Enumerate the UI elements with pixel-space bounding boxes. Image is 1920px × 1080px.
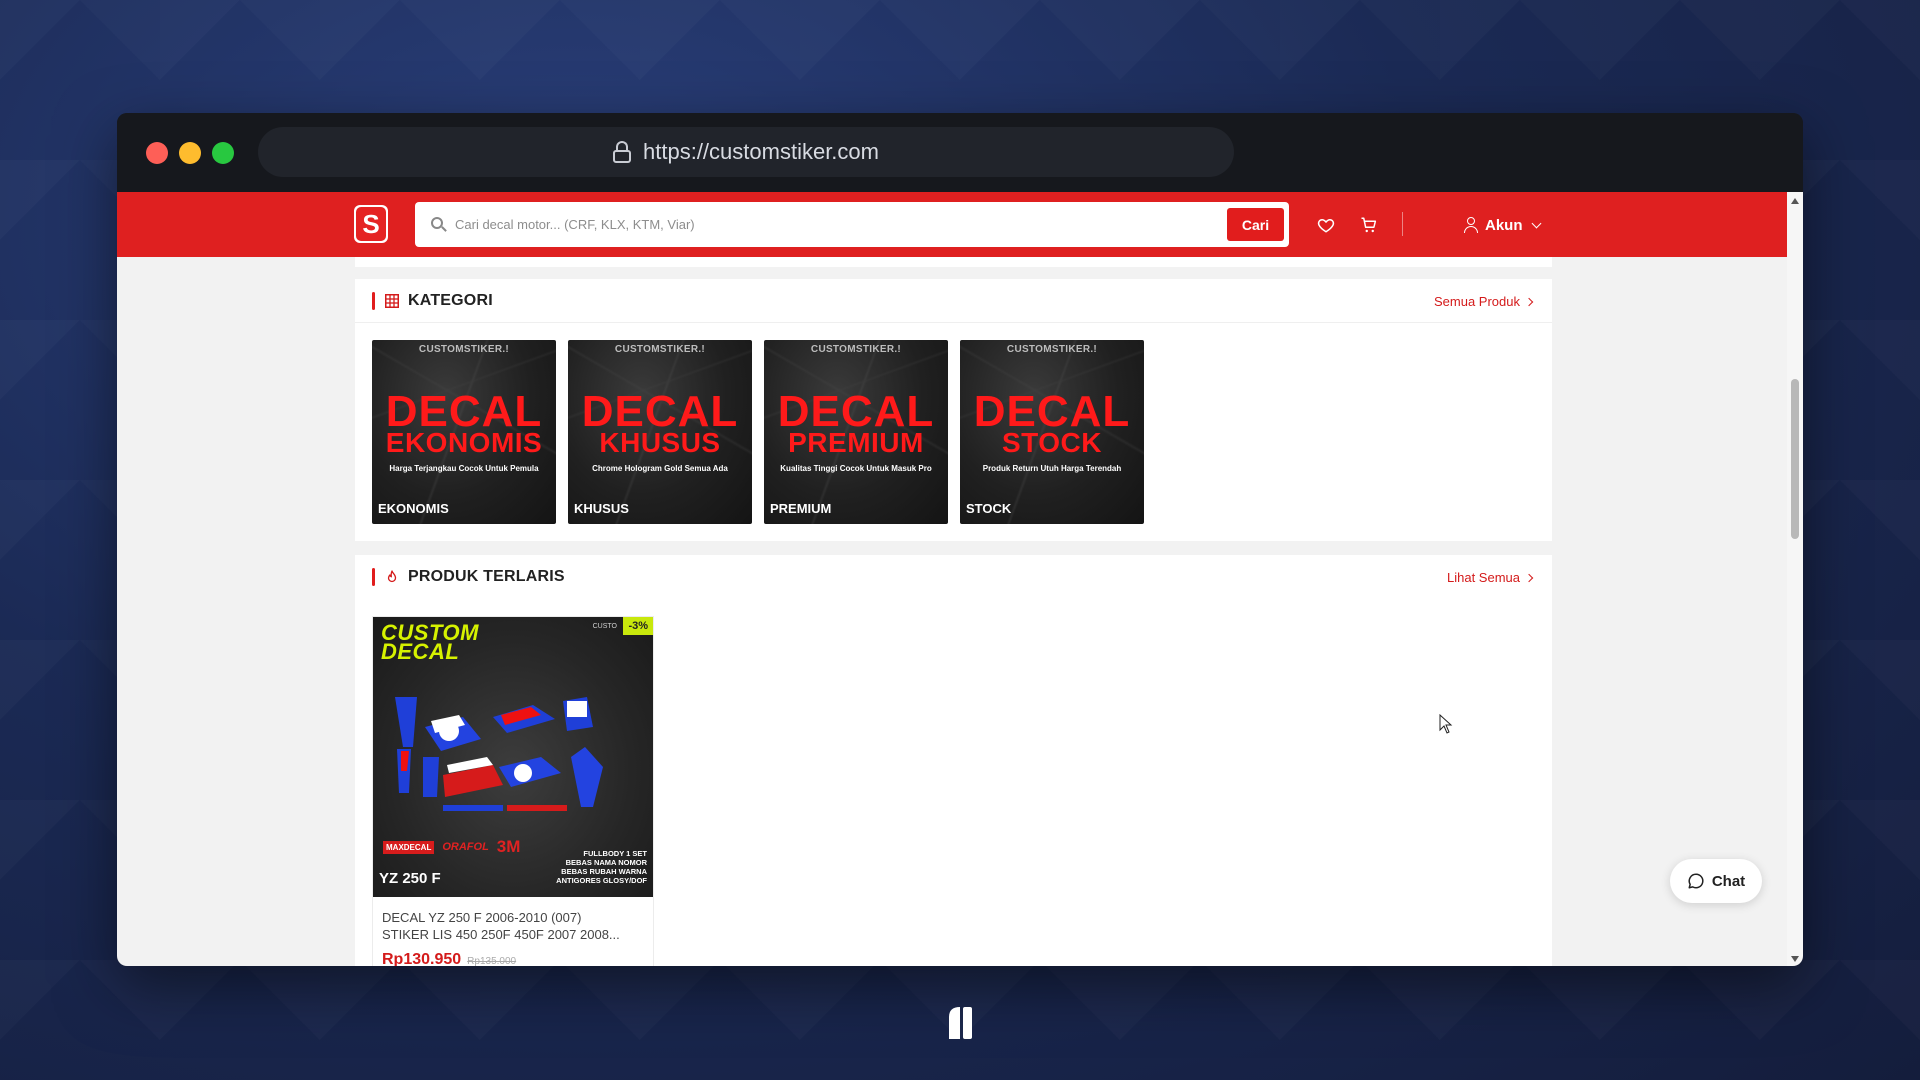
browser-titlebar: https://customstiker.com <box>117 113 1803 192</box>
feature-line: BEBAS NAMA NOMOR <box>565 858 647 867</box>
semua-produk-label: Semua Produk <box>1434 294 1520 309</box>
grid-icon <box>385 294 399 308</box>
category-headline: DECAL <box>385 387 543 436</box>
feature-line: FULLBODY 1 SET <box>583 849 647 858</box>
category-brand: CUSTOMSTIKER.! <box>418 344 510 355</box>
site-logo[interactable]: S <box>354 205 388 243</box>
section-accent-bar <box>372 568 375 586</box>
category-card-stock[interactable]: CUSTOMSTIKER.! DECAL STOCK Produk Return… <box>960 340 1144 524</box>
previous-section-edge <box>355 257 1552 267</box>
account-label: Akun <box>1485 216 1523 234</box>
chevron-down-icon <box>1531 218 1541 228</box>
chat-bubble-icon <box>1688 873 1704 889</box>
category-tagline: Harga Terjangkau Cocok Untuk Pemula <box>389 464 539 473</box>
fire-icon <box>387 570 397 583</box>
browser-window: https://customstiker.com S Cari Akun <box>117 113 1803 966</box>
site-header: S Cari Akun <box>117 192 1787 257</box>
sponsor-3m: 3M <box>496 837 521 856</box>
lihat-semua-label: Lihat Semua <box>1447 570 1520 585</box>
section-accent-bar <box>372 292 375 310</box>
category-tagline: Kualitas Tinggi Cocok Untuk Masuk Pro <box>780 464 932 473</box>
app-dock-logo-icon <box>949 1007 972 1039</box>
category-label: STOCK <box>966 501 1012 516</box>
chat-button[interactable]: Chat <box>1670 859 1762 903</box>
category-headline: DECAL <box>777 387 935 436</box>
user-icon <box>1463 217 1479 233</box>
product-price: Rp130.950 Rp135.000 <box>373 943 653 966</box>
chevron-right-icon <box>1524 573 1534 582</box>
product-name[interactable]: DECAL YZ 250 F 2006-2010 (007) STIKER LI… <box>373 897 653 943</box>
category-card-premium[interactable]: CUSTOMSTIKER.! DECAL PREMIUM Kualitas Ti… <box>764 340 948 524</box>
mouse-cursor-icon <box>1439 714 1453 734</box>
image-model-label: YZ 250 F <box>379 870 441 887</box>
chat-label: Chat <box>1711 872 1746 890</box>
scroll-up-arrow-icon[interactable] <box>1791 198 1799 204</box>
product-image: CUSTOM DECAL CUSTO -3% MAXDECAL ORAFOL 3… <box>373 617 653 897</box>
produk-terlaris-section: PRODUK TERLARIS Lihat Semua CUSTOM DECAL… <box>355 555 1552 966</box>
lihat-semua-link[interactable]: Lihat Semua <box>1447 570 1534 585</box>
scroll-thumb[interactable] <box>1791 379 1799 539</box>
discount-badge: -3% <box>623 617 653 635</box>
sponsor-maxdecal: MAXDECAL <box>383 840 435 854</box>
sponsor-logos: MAXDECAL ORAFOL 3M <box>383 837 520 857</box>
feature-line: ANTIGORES GLOSY/DOF <box>556 876 647 885</box>
kategori-list: CUSTOMSTIKER.! DECAL EKONOMIS Harga Terj… <box>372 340 1144 524</box>
product-name-line2: STIKER LIS 450 250F 450F 2007 2008... <box>382 927 620 942</box>
image-brand: CUSTO <box>592 623 617 630</box>
current-price: Rp130.950 <box>382 951 462 966</box>
kategori-title: KATEGORI <box>408 292 493 309</box>
product-name-line1: DECAL YZ 250 F 2006-2010 (007) <box>382 910 582 925</box>
logo-letter: S <box>356 207 386 241</box>
header-divider <box>1402 212 1403 236</box>
lock-icon <box>613 141 632 163</box>
url-text: https://customstiker.com <box>643 139 879 164</box>
account-menu[interactable]: Akun <box>1463 212 1541 238</box>
minimize-window-button[interactable] <box>179 142 201 164</box>
search-icon <box>431 216 447 233</box>
sponsor-orafol: ORAFOL <box>442 841 489 853</box>
wishlist-heart-icon[interactable] <box>1317 216 1335 234</box>
category-subheadline: STOCK <box>1002 427 1102 458</box>
category-brand: CUSTOMSTIKER.! <box>614 344 706 355</box>
decal-kit-illustration <box>395 697 603 811</box>
category-subheadline: EKONOMIS <box>385 427 543 458</box>
category-headline: DECAL <box>581 387 739 436</box>
chevron-right-icon <box>1524 297 1534 306</box>
category-tagline: Produk Return Utuh Harga Terendah <box>982 464 1122 473</box>
page-viewport: S Cari Akun <box>117 192 1787 966</box>
category-label: KHUSUS <box>574 501 629 516</box>
category-card-khusus[interactable]: CUSTOMSTIKER.! DECAL KHUSUS Chrome Holog… <box>568 340 752 524</box>
address-bar[interactable]: https://customstiker.com <box>258 127 1234 177</box>
category-brand: CUSTOMSTIKER.! <box>1006 344 1098 355</box>
image-feature-list: FULLBODY 1 SET BEBAS NAMA NOMOR BEBAS RU… <box>556 849 647 885</box>
close-window-button[interactable] <box>146 142 168 164</box>
semua-produk-link[interactable]: Semua Produk <box>1434 294 1534 309</box>
product-card[interactable]: CUSTOM DECAL CUSTO -3% MAXDECAL ORAFOL 3… <box>372 616 654 966</box>
category-label: PREMIUM <box>770 501 832 516</box>
page-scrollbar[interactable] <box>1787 192 1803 966</box>
kategori-section: KATEGORI Semua Produk CUSTOMSTIKER.! DEC… <box>355 279 1552 541</box>
category-headline: DECAL <box>973 387 1131 436</box>
feature-line: BEBAS RUBAH WARNA <box>561 867 647 876</box>
kategori-header: KATEGORI Semua Produk <box>355 279 1552 323</box>
cart-icon[interactable] <box>1360 216 1378 234</box>
produk-title: PRODUK TERLARIS <box>408 568 565 585</box>
image-title: CUSTOM DECAL <box>381 622 479 663</box>
category-subheadline: PREMIUM <box>788 427 924 458</box>
search-button[interactable]: Cari <box>1227 208 1284 241</box>
original-price: Rp135.000 <box>467 956 517 966</box>
category-brand: CUSTOMSTIKER.! <box>810 344 902 355</box>
produk-header: PRODUK TERLARIS Lihat Semua <box>355 555 1552 599</box>
maximize-window-button[interactable] <box>212 142 234 164</box>
category-tagline: Chrome Hologram Gold Semua Ada <box>592 464 728 473</box>
search-bar: Cari <box>415 202 1289 247</box>
category-card-ekonomis[interactable]: CUSTOMSTIKER.! DECAL EKONOMIS Harga Terj… <box>372 340 556 524</box>
search-input[interactable] <box>455 202 1227 247</box>
category-label: EKONOMIS <box>378 501 449 516</box>
scroll-down-arrow-icon[interactable] <box>1791 956 1799 962</box>
category-subheadline: KHUSUS <box>599 427 721 458</box>
